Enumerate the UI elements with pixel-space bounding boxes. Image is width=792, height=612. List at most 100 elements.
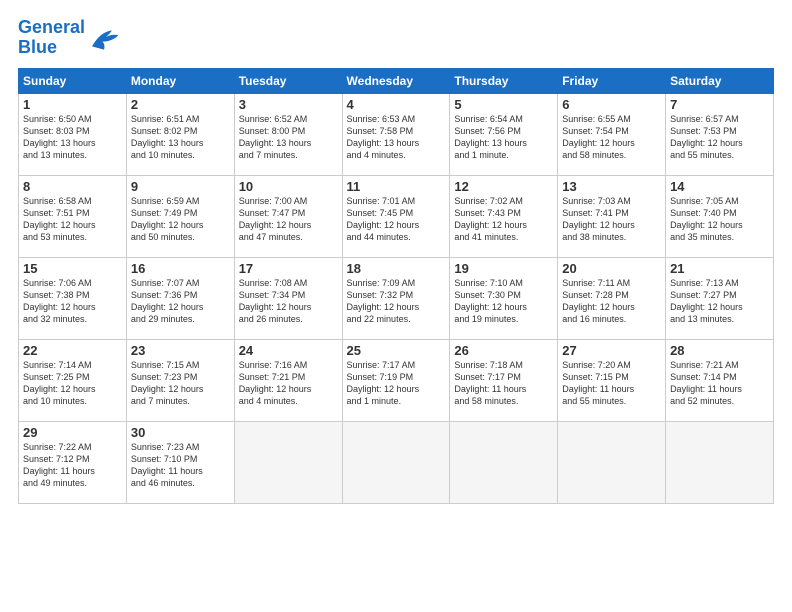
day-info: Sunrise: 6:52 AM Sunset: 8:00 PM Dayligh… [239,113,338,162]
day-number: 10 [239,179,338,194]
day-cell: 25Sunrise: 7:17 AM Sunset: 7:19 PM Dayli… [342,339,450,421]
day-cell: 19Sunrise: 7:10 AM Sunset: 7:30 PM Dayli… [450,257,558,339]
col-header-wednesday: Wednesday [342,68,450,93]
day-number: 17 [239,261,338,276]
calendar-week-row: 8Sunrise: 6:58 AM Sunset: 7:51 PM Daylig… [19,175,774,257]
day-number: 14 [670,179,769,194]
day-info: Sunrise: 7:23 AM Sunset: 7:10 PM Dayligh… [131,441,230,490]
day-info: Sunrise: 7:13 AM Sunset: 7:27 PM Dayligh… [670,277,769,326]
day-number: 26 [454,343,553,358]
calendar-table: SundayMondayTuesdayWednesdayThursdayFrid… [18,68,774,504]
day-info: Sunrise: 7:18 AM Sunset: 7:17 PM Dayligh… [454,359,553,408]
day-cell: 11Sunrise: 7:01 AM Sunset: 7:45 PM Dayli… [342,175,450,257]
day-cell: 28Sunrise: 7:21 AM Sunset: 7:14 PM Dayli… [666,339,774,421]
day-info: Sunrise: 7:02 AM Sunset: 7:43 PM Dayligh… [454,195,553,244]
day-info: Sunrise: 6:58 AM Sunset: 7:51 PM Dayligh… [23,195,122,244]
day-number: 22 [23,343,122,358]
day-info: Sunrise: 7:21 AM Sunset: 7:14 PM Dayligh… [670,359,769,408]
day-info: Sunrise: 7:14 AM Sunset: 7:25 PM Dayligh… [23,359,122,408]
day-info: Sunrise: 7:20 AM Sunset: 7:15 PM Dayligh… [562,359,661,408]
day-cell: 21Sunrise: 7:13 AM Sunset: 7:27 PM Dayli… [666,257,774,339]
col-header-tuesday: Tuesday [234,68,342,93]
empty-cell [666,421,774,503]
day-cell: 22Sunrise: 7:14 AM Sunset: 7:25 PM Dayli… [19,339,127,421]
header: General Blue [18,18,774,58]
empty-cell [558,421,666,503]
day-number: 7 [670,97,769,112]
day-number: 30 [131,425,230,440]
day-number: 6 [562,97,661,112]
day-number: 28 [670,343,769,358]
day-number: 11 [347,179,446,194]
col-header-friday: Friday [558,68,666,93]
day-cell: 27Sunrise: 7:20 AM Sunset: 7:15 PM Dayli… [558,339,666,421]
day-number: 16 [131,261,230,276]
day-number: 19 [454,261,553,276]
day-info: Sunrise: 7:15 AM Sunset: 7:23 PM Dayligh… [131,359,230,408]
day-cell: 4Sunrise: 6:53 AM Sunset: 7:58 PM Daylig… [342,93,450,175]
day-cell: 13Sunrise: 7:03 AM Sunset: 7:41 PM Dayli… [558,175,666,257]
day-cell: 24Sunrise: 7:16 AM Sunset: 7:21 PM Dayli… [234,339,342,421]
day-cell: 5Sunrise: 6:54 AM Sunset: 7:56 PM Daylig… [450,93,558,175]
logo-general: General [18,17,85,37]
calendar-week-row: 1Sunrise: 6:50 AM Sunset: 8:03 PM Daylig… [19,93,774,175]
day-cell: 16Sunrise: 7:07 AM Sunset: 7:36 PM Dayli… [126,257,234,339]
day-number: 24 [239,343,338,358]
calendar-week-row: 29Sunrise: 7:22 AM Sunset: 7:12 PM Dayli… [19,421,774,503]
day-info: Sunrise: 7:00 AM Sunset: 7:47 PM Dayligh… [239,195,338,244]
empty-cell [234,421,342,503]
day-info: Sunrise: 6:50 AM Sunset: 8:03 PM Dayligh… [23,113,122,162]
calendar-page: General Blue SundayMondayTuesdayWednesda… [0,0,792,514]
col-header-monday: Monday [126,68,234,93]
day-cell: 23Sunrise: 7:15 AM Sunset: 7:23 PM Dayli… [126,339,234,421]
day-number: 20 [562,261,661,276]
day-info: Sunrise: 7:16 AM Sunset: 7:21 PM Dayligh… [239,359,338,408]
day-info: Sunrise: 7:06 AM Sunset: 7:38 PM Dayligh… [23,277,122,326]
day-number: 5 [454,97,553,112]
day-info: Sunrise: 6:55 AM Sunset: 7:54 PM Dayligh… [562,113,661,162]
col-header-thursday: Thursday [450,68,558,93]
day-cell: 18Sunrise: 7:09 AM Sunset: 7:32 PM Dayli… [342,257,450,339]
calendar-header-row: SundayMondayTuesdayWednesdayThursdayFrid… [19,68,774,93]
day-info: Sunrise: 7:22 AM Sunset: 7:12 PM Dayligh… [23,441,122,490]
day-info: Sunrise: 6:57 AM Sunset: 7:53 PM Dayligh… [670,113,769,162]
day-number: 18 [347,261,446,276]
day-cell: 14Sunrise: 7:05 AM Sunset: 7:40 PM Dayli… [666,175,774,257]
day-cell: 3Sunrise: 6:52 AM Sunset: 8:00 PM Daylig… [234,93,342,175]
day-cell: 20Sunrise: 7:11 AM Sunset: 7:28 PM Dayli… [558,257,666,339]
day-number: 13 [562,179,661,194]
day-number: 9 [131,179,230,194]
day-number: 8 [23,179,122,194]
day-info: Sunrise: 7:09 AM Sunset: 7:32 PM Dayligh… [347,277,446,326]
day-cell: 15Sunrise: 7:06 AM Sunset: 7:38 PM Dayli… [19,257,127,339]
logo-text: General [18,18,85,38]
day-cell: 2Sunrise: 6:51 AM Sunset: 8:02 PM Daylig… [126,93,234,175]
calendar-week-row: 15Sunrise: 7:06 AM Sunset: 7:38 PM Dayli… [19,257,774,339]
day-cell: 30Sunrise: 7:23 AM Sunset: 7:10 PM Dayli… [126,421,234,503]
col-header-sunday: Sunday [19,68,127,93]
day-number: 21 [670,261,769,276]
day-number: 29 [23,425,122,440]
day-info: Sunrise: 7:08 AM Sunset: 7:34 PM Dayligh… [239,277,338,326]
day-info: Sunrise: 7:01 AM Sunset: 7:45 PM Dayligh… [347,195,446,244]
logo-blue: Blue [18,38,85,58]
day-cell: 26Sunrise: 7:18 AM Sunset: 7:17 PM Dayli… [450,339,558,421]
day-info: Sunrise: 7:11 AM Sunset: 7:28 PM Dayligh… [562,277,661,326]
day-cell: 17Sunrise: 7:08 AM Sunset: 7:34 PM Dayli… [234,257,342,339]
day-number: 4 [347,97,446,112]
empty-cell [450,421,558,503]
day-number: 25 [347,343,446,358]
day-cell: 8Sunrise: 6:58 AM Sunset: 7:51 PM Daylig… [19,175,127,257]
col-header-saturday: Saturday [666,68,774,93]
day-info: Sunrise: 7:07 AM Sunset: 7:36 PM Dayligh… [131,277,230,326]
day-info: Sunrise: 7:03 AM Sunset: 7:41 PM Dayligh… [562,195,661,244]
day-info: Sunrise: 7:10 AM Sunset: 7:30 PM Dayligh… [454,277,553,326]
day-info: Sunrise: 6:53 AM Sunset: 7:58 PM Dayligh… [347,113,446,162]
calendar-week-row: 22Sunrise: 7:14 AM Sunset: 7:25 PM Dayli… [19,339,774,421]
day-number: 27 [562,343,661,358]
day-cell: 6Sunrise: 6:55 AM Sunset: 7:54 PM Daylig… [558,93,666,175]
day-cell: 12Sunrise: 7:02 AM Sunset: 7:43 PM Dayli… [450,175,558,257]
day-info: Sunrise: 7:17 AM Sunset: 7:19 PM Dayligh… [347,359,446,408]
empty-cell [342,421,450,503]
day-cell: 10Sunrise: 7:00 AM Sunset: 7:47 PM Dayli… [234,175,342,257]
